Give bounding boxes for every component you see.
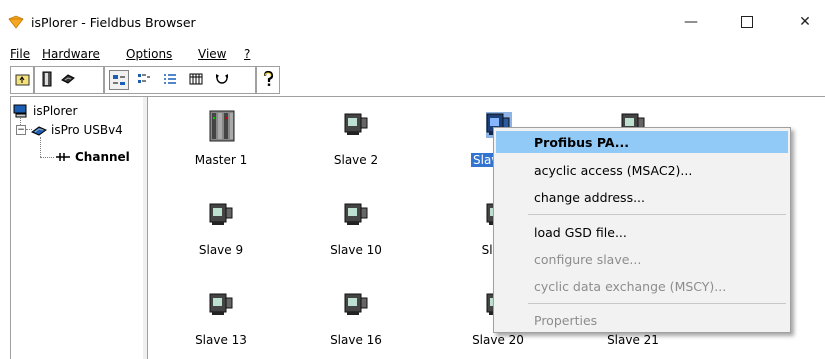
connect-button[interactable] bbox=[59, 70, 77, 88]
device-slave-13[interactable]: Slave 13 bbox=[176, 281, 266, 351]
slave-device-icon bbox=[344, 203, 368, 225]
menu-item-load-gsd-file[interactable]: load GSD file... bbox=[496, 221, 788, 243]
menu-item-configure-slave: configure slave... bbox=[534, 251, 642, 267]
bus-channel-icon bbox=[56, 153, 70, 161]
device-master-1[interactable]: Master 1 bbox=[176, 101, 266, 171]
toolbar-group-2 bbox=[34, 66, 104, 94]
menu-item-cyclic-data-exchange: cyclic data exchange (MSCY)... bbox=[534, 278, 727, 294]
menu-separator bbox=[528, 214, 786, 215]
minimize-icon: — bbox=[684, 14, 698, 30]
collapse-icon[interactable]: − bbox=[16, 125, 26, 135]
device-slave-10[interactable]: Slave 10 bbox=[311, 191, 401, 261]
context-menu: Profibus PA... acyclic access (MSAC2)...… bbox=[493, 127, 791, 333]
slave-device-icon bbox=[344, 113, 368, 135]
tree-connector bbox=[40, 157, 54, 158]
menu-file[interactable]: File bbox=[10, 47, 30, 61]
menu-item-acyclic-access[interactable]: acyclic access (MSAC2)... bbox=[496, 159, 788, 181]
help-button[interactable] bbox=[259, 70, 277, 88]
tree-connector bbox=[40, 137, 41, 157]
slave-device-icon bbox=[344, 293, 368, 315]
menu-item-change-address[interactable]: change address... bbox=[496, 186, 788, 208]
door-icon bbox=[42, 71, 52, 87]
open-folder-button[interactable] bbox=[13, 70, 31, 88]
tree-item-ispro-usbv4[interactable]: isPro USBv4 bbox=[31, 122, 123, 138]
menu-separator bbox=[528, 303, 786, 304]
menu-hardware[interactable]: Hardware bbox=[42, 47, 100, 61]
tree-item-channel[interactable]: Channel bbox=[55, 149, 130, 165]
menu-item-properties: Properties bbox=[534, 312, 598, 328]
toolbar bbox=[10, 66, 825, 94]
window-title: isPlorer - Fieldbus Browser bbox=[31, 15, 196, 30]
refresh-icon bbox=[216, 74, 228, 84]
device-slave-16[interactable]: Slave 16 bbox=[311, 281, 401, 351]
large-icons-icon bbox=[113, 75, 125, 85]
view-list-button[interactable] bbox=[161, 70, 179, 88]
question-mark-icon bbox=[263, 71, 274, 86]
maximize-icon bbox=[741, 16, 753, 28]
slave-device-icon bbox=[209, 203, 233, 225]
device-button[interactable] bbox=[38, 70, 56, 88]
minimize-button[interactable]: — bbox=[668, 8, 714, 36]
toolbar-group-4 bbox=[256, 66, 280, 94]
plug-icon bbox=[61, 74, 75, 84]
menu-help[interactable]: ? bbox=[244, 47, 250, 61]
device-slave-2[interactable]: Slave 2 bbox=[311, 101, 401, 171]
small-icons-icon bbox=[138, 74, 150, 83]
view-large-icons-button[interactable] bbox=[109, 70, 129, 90]
menu-options[interactable]: Options bbox=[126, 47, 172, 61]
maximize-button[interactable] bbox=[724, 8, 770, 36]
menu-view[interactable]: View bbox=[198, 47, 226, 61]
tree-item-isplorer[interactable]: isPlorer bbox=[13, 103, 77, 119]
folder-up-icon bbox=[15, 74, 29, 86]
menu-item-profibus-pa[interactable]: Profibus PA... bbox=[496, 131, 788, 153]
toolbar-group-1 bbox=[10, 66, 34, 94]
view-small-icons-button[interactable] bbox=[135, 70, 153, 88]
tree-view[interactable]: isPlorer − isPro USBv4 Channel bbox=[10, 97, 144, 359]
slave-device-icon bbox=[209, 293, 233, 315]
details-icon bbox=[189, 73, 203, 85]
view-details-button[interactable] bbox=[187, 70, 205, 88]
title-bar: isPlorer - Fieldbus Browser — ✕ bbox=[0, 0, 825, 40]
device-slave-9[interactable]: Slave 9 bbox=[176, 191, 266, 261]
toolbar-group-3 bbox=[104, 66, 256, 94]
list-icon bbox=[164, 74, 176, 84]
usb-device-icon bbox=[31, 126, 47, 136]
computer-icon bbox=[13, 104, 27, 118]
close-button[interactable]: ✕ bbox=[782, 8, 825, 36]
refresh-button[interactable] bbox=[213, 70, 231, 88]
close-icon: ✕ bbox=[799, 14, 811, 30]
master-rack-icon bbox=[209, 110, 235, 142]
menu-bar: File Hardware Options View ? bbox=[0, 44, 825, 64]
app-logo-icon bbox=[8, 15, 24, 29]
